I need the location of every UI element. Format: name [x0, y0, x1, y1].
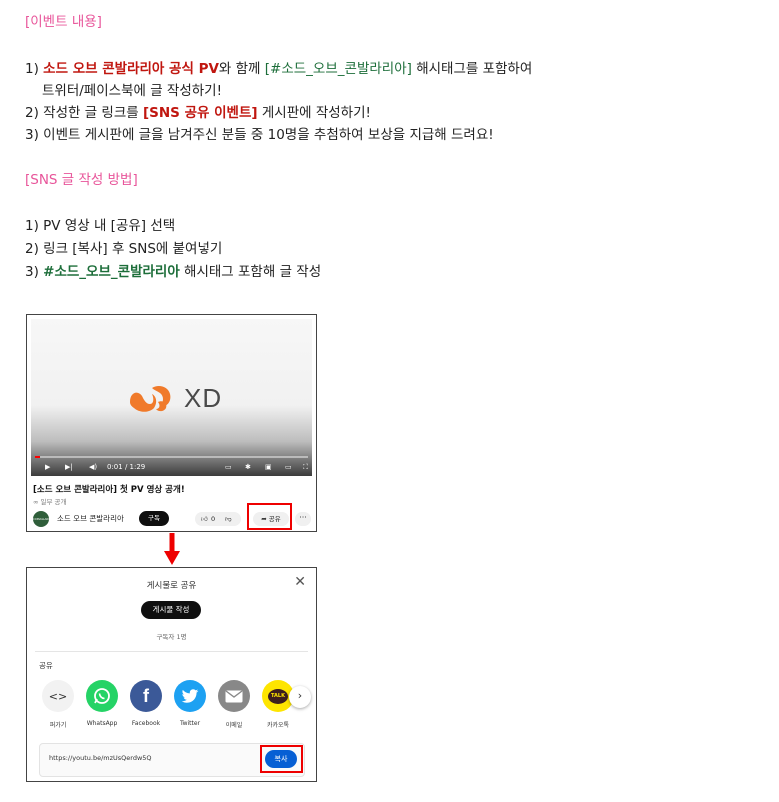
video-title: [소드 오브 콘발라리아] 첫 PV 영상 공개!	[33, 485, 185, 495]
event-item-1-line2: 트위터/페이스북에 글 작성하기!	[42, 83, 223, 99]
copy-highlight-box	[260, 745, 303, 773]
share-item-label: Facebook	[131, 720, 161, 727]
share-section-label: 공유	[39, 661, 53, 670]
video-screenshot: XD ▶ ▶| ◀) 0:01 / 1:29 ▭ ✱ ▣ ▭ ⛶ [소드 오브 …	[26, 314, 317, 532]
avatar-text: CONVALLARIA	[33, 518, 51, 521]
progress-fill	[35, 456, 41, 458]
share-facebook[interactable]: f Facebook	[124, 680, 168, 727]
thumbs-down-icon[interactable]: 👎︎	[225, 512, 232, 526]
xd-logo: XD	[128, 382, 228, 416]
channel-name[interactable]: 소드 오브 콘발라리아	[57, 513, 124, 524]
item-number: 1)	[25, 61, 44, 77]
share-item-label: 카카오톡	[266, 722, 290, 729]
progress-bar[interactable]	[35, 456, 308, 458]
method-step-1: 1) PV 영상 내 [공유] 선택	[25, 218, 176, 234]
event-content-heading: [이벤트 내용]	[25, 14, 102, 30]
visibility-label: ∞ 일부 공개	[33, 498, 67, 506]
twitter-icon	[174, 680, 206, 712]
item-text: 와 함께	[218, 61, 265, 77]
volume-icon[interactable]: ◀)	[89, 460, 97, 474]
dialog-title: 게시물로 공유	[146, 581, 197, 591]
share-url-text[interactable]: https://youtu.be/mzUsQerdw5Q	[49, 754, 152, 762]
embed-icon: <>	[42, 680, 74, 712]
share-item-label: 퍼가기	[49, 722, 67, 729]
share-item-label: 이메일	[225, 722, 243, 729]
event-item-1: 1) 소드 오브 콘발라리아 공식 PV와 함께 [#소드_오브_콘발라리아] …	[25, 59, 532, 79]
share-highlight-box	[247, 503, 292, 530]
kakao-badge: TALK	[268, 688, 288, 704]
sns-method-heading: [SNS 글 작성 방법]	[25, 172, 138, 188]
channel-avatar[interactable]: CONVALLARIA	[33, 511, 51, 527]
fullscreen-icon[interactable]: ⛶	[303, 460, 308, 474]
share-item-label: WhatsApp	[86, 720, 118, 727]
item-text: 게시판에 작성하기!	[257, 105, 371, 121]
item-text: 작성한 글 링크를	[43, 105, 143, 121]
subscriber-count: 구독자 1명	[156, 633, 187, 641]
captions-icon[interactable]: ▭	[225, 460, 232, 474]
share-whatsapp[interactable]: WhatsApp	[80, 680, 124, 727]
video-player[interactable]: XD ▶ ▶| ◀) 0:01 / 1:29 ▭ ✱ ▣ ▭ ⛶	[31, 319, 312, 476]
hashtag-text: [#소드_오브_콘발라리아]	[264, 61, 412, 77]
share-dialog-screenshot: 게시물로 공유 ✕ 게시물 작성 구독자 1명 공유 <> 퍼가기 WhatsA…	[26, 567, 317, 782]
player-controls: ▶ ▶| ◀) 0:01 / 1:29 ▭ ✱ ▣ ▭ ⛶	[37, 460, 308, 474]
share-item-label: Twitter	[179, 720, 201, 727]
event-item-2: 2) 작성한 글 링크를 [SNS 공유 이벤트] 게시판에 작성하기!	[25, 103, 371, 123]
divider	[35, 651, 308, 652]
item-text: 해시태그를 포함하여	[411, 61, 533, 77]
item-number: 2)	[25, 105, 44, 121]
share-email[interactable]: 이메일	[212, 680, 256, 729]
event-item-3: 3) 이벤트 게시판에 글을 남겨주신 분들 중 10명을 추첨하여 보상을 지…	[25, 127, 494, 143]
more-button[interactable]: ···	[295, 512, 311, 526]
official-pv-link[interactable]: 소드 오브 콘발라리아 공식 PV	[43, 61, 219, 77]
time-display: 0:01 / 1:29	[107, 463, 146, 471]
xd-logo-text: XD	[184, 383, 223, 413]
close-icon[interactable]: ✕	[294, 574, 306, 590]
gear-icon[interactable]: ✱	[245, 460, 251, 474]
item-text: 해시태그 포함해 글 작성	[179, 264, 322, 280]
subscribe-button[interactable]: 구독	[139, 511, 169, 526]
create-post-button[interactable]: 게시물 작성	[141, 601, 201, 619]
down-arrow-icon	[164, 533, 180, 565]
share-embed[interactable]: <> 퍼가기	[36, 680, 80, 729]
like-dislike-pill: 👍︎ 0 👎︎	[195, 512, 241, 526]
facebook-icon: f	[130, 680, 162, 712]
miniplayer-icon[interactable]: ▣	[265, 460, 272, 474]
share-twitter[interactable]: Twitter	[168, 680, 212, 727]
theater-icon[interactable]: ▭	[285, 460, 292, 474]
like-count: 0	[211, 515, 216, 523]
hashtag-text: #소드_오브_콘발라리아	[43, 264, 180, 280]
sns-event-board-link[interactable]: [SNS 공유 이벤트]	[143, 105, 258, 121]
whatsapp-icon	[86, 680, 118, 712]
chevron-right-icon[interactable]: ›	[289, 686, 311, 708]
method-step-3: 3) #소드_오브_콘발라리아 해시태그 포함해 글 작성	[25, 262, 321, 282]
item-number: 3)	[25, 264, 44, 280]
play-icon[interactable]: ▶	[45, 460, 50, 474]
method-step-2: 2) 링크 [복사] 후 SNS에 붙여넣기	[25, 241, 223, 257]
email-icon	[218, 680, 250, 712]
next-icon[interactable]: ▶|	[65, 460, 73, 474]
thumbs-up-icon[interactable]: 👍︎	[201, 512, 208, 526]
